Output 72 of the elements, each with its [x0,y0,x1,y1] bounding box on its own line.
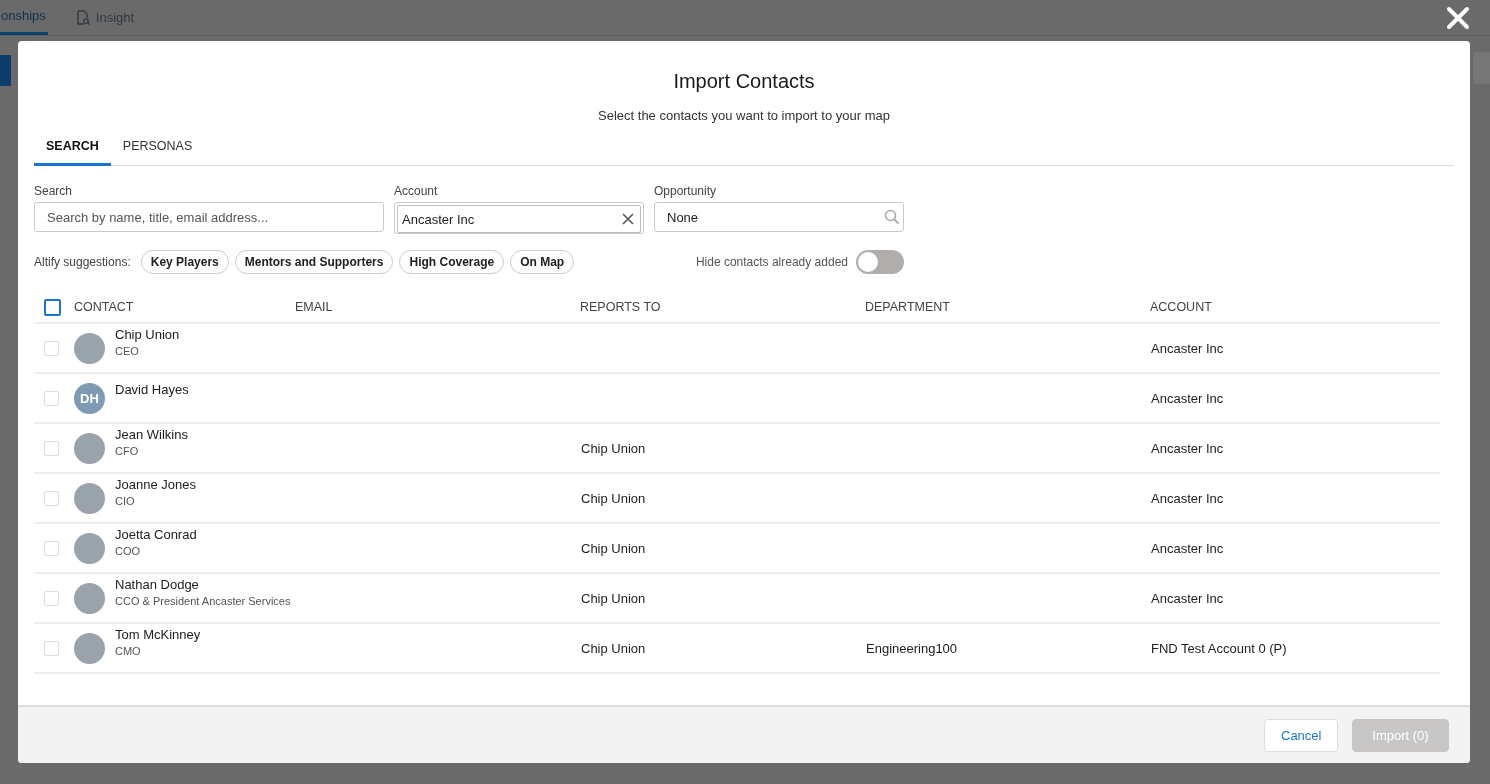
column-header: EMAIL [295,300,333,314]
photo-placeholder [74,432,105,464]
contact-title: COO [115,545,142,557]
suggestion-chip[interactable]: Key Players [140,250,229,274]
contact-name: Jean Wilkins [115,427,188,442]
field-value: None [667,209,699,225]
row-checkbox[interactable] [44,490,59,506]
table-cell: Chip Union [581,440,646,456]
field-label: Opportunity [654,184,718,198]
suggestion-chip[interactable]: High Coverage [399,250,505,274]
table-cell: Ancaster Inc [1151,490,1224,506]
row-checkbox[interactable] [44,340,59,356]
column-header: ACCOUNT [1150,300,1212,314]
placeholder-text: Search by name, title, email address... [47,209,269,225]
table-cell: Ancaster Inc [1151,590,1224,606]
clear-icon[interactable] [622,213,634,225]
avatar-initials: DH [74,382,105,414]
photo-placeholder [74,482,105,514]
contact-name: Tom McKinney [115,627,201,642]
photo-placeholder [74,532,105,564]
account-field[interactable]: Ancaster Inc [394,202,644,234]
photo-placeholder [74,582,105,614]
table-cell: Ancaster Inc [1151,390,1224,406]
table-cell: Engineering100 [866,640,958,656]
contact-name: Chip Union [115,327,180,342]
photo-placeholder [74,332,105,364]
field-label: Account [394,184,439,198]
contact-title: CMO [115,645,142,657]
table-cell: Chip Union [581,590,646,606]
row-checkbox[interactable] [44,590,59,606]
contact-name: Joanne Jones [115,477,196,492]
table-cell: Chip Union [581,540,646,556]
toggle-label: Hide contacts already added [695,255,848,269]
photo-placeholder [74,632,105,664]
contact-title: CFO [115,445,140,457]
table-cell: FND Test Account 0 (P) [1151,640,1287,656]
document-search-icon [75,9,90,25]
tab[interactable]: PERSONAS [110,131,205,166]
table-cell: Ancaster Inc [1151,540,1224,556]
row-checkbox[interactable] [44,440,59,456]
table-cell: Chip Union [581,490,646,506]
search-icon[interactable] [884,209,900,225]
field-label: Search [34,184,74,198]
table-cell: Ancaster Inc [1151,440,1224,456]
search-field[interactable]: Search by name, title, email address... [34,202,384,232]
row-checkbox[interactable] [44,390,59,406]
field-value: Ancaster Inc [402,211,475,227]
contact-name: Joetta Conrad [115,527,197,542]
contact-name: David Hayes [115,382,189,397]
tab[interactable]: SEARCH [34,131,111,166]
contact-title: CEO [115,345,140,357]
row-checkbox[interactable] [44,640,59,656]
contact-name: Nathan Dodge [115,577,200,592]
table-cell: Chip Union [581,640,646,656]
select-all-checkbox[interactable] [44,298,61,316]
column-header: REPORTS TO [580,300,661,314]
suggestion-chip[interactable]: Mentors and Supporters [234,250,394,274]
opportunity-field[interactable]: None [654,202,904,232]
column-header: CONTACT [74,300,134,314]
suggestion-chip[interactable]: On Map [510,250,575,274]
dialog-title: Import Contacts [672,70,816,93]
table-cell: Ancaster Inc [1151,340,1224,356]
row-checkbox[interactable] [44,540,59,556]
close-icon[interactable] [1446,6,1470,30]
dialog-subtitle: Select the contacts you want to import to your map [597,108,891,123]
suggestions-label: Altify suggestions: [34,255,131,269]
toggle-switch[interactable] [856,250,904,274]
background-button[interactable] [0,55,11,86]
column-header: DEPARTMENT [865,300,950,314]
contact-title: CCO & President Ancaster Services [115,595,291,607]
cancel-button[interactable]: Cancel [1264,718,1338,752]
contact-title: CIO [115,495,136,507]
